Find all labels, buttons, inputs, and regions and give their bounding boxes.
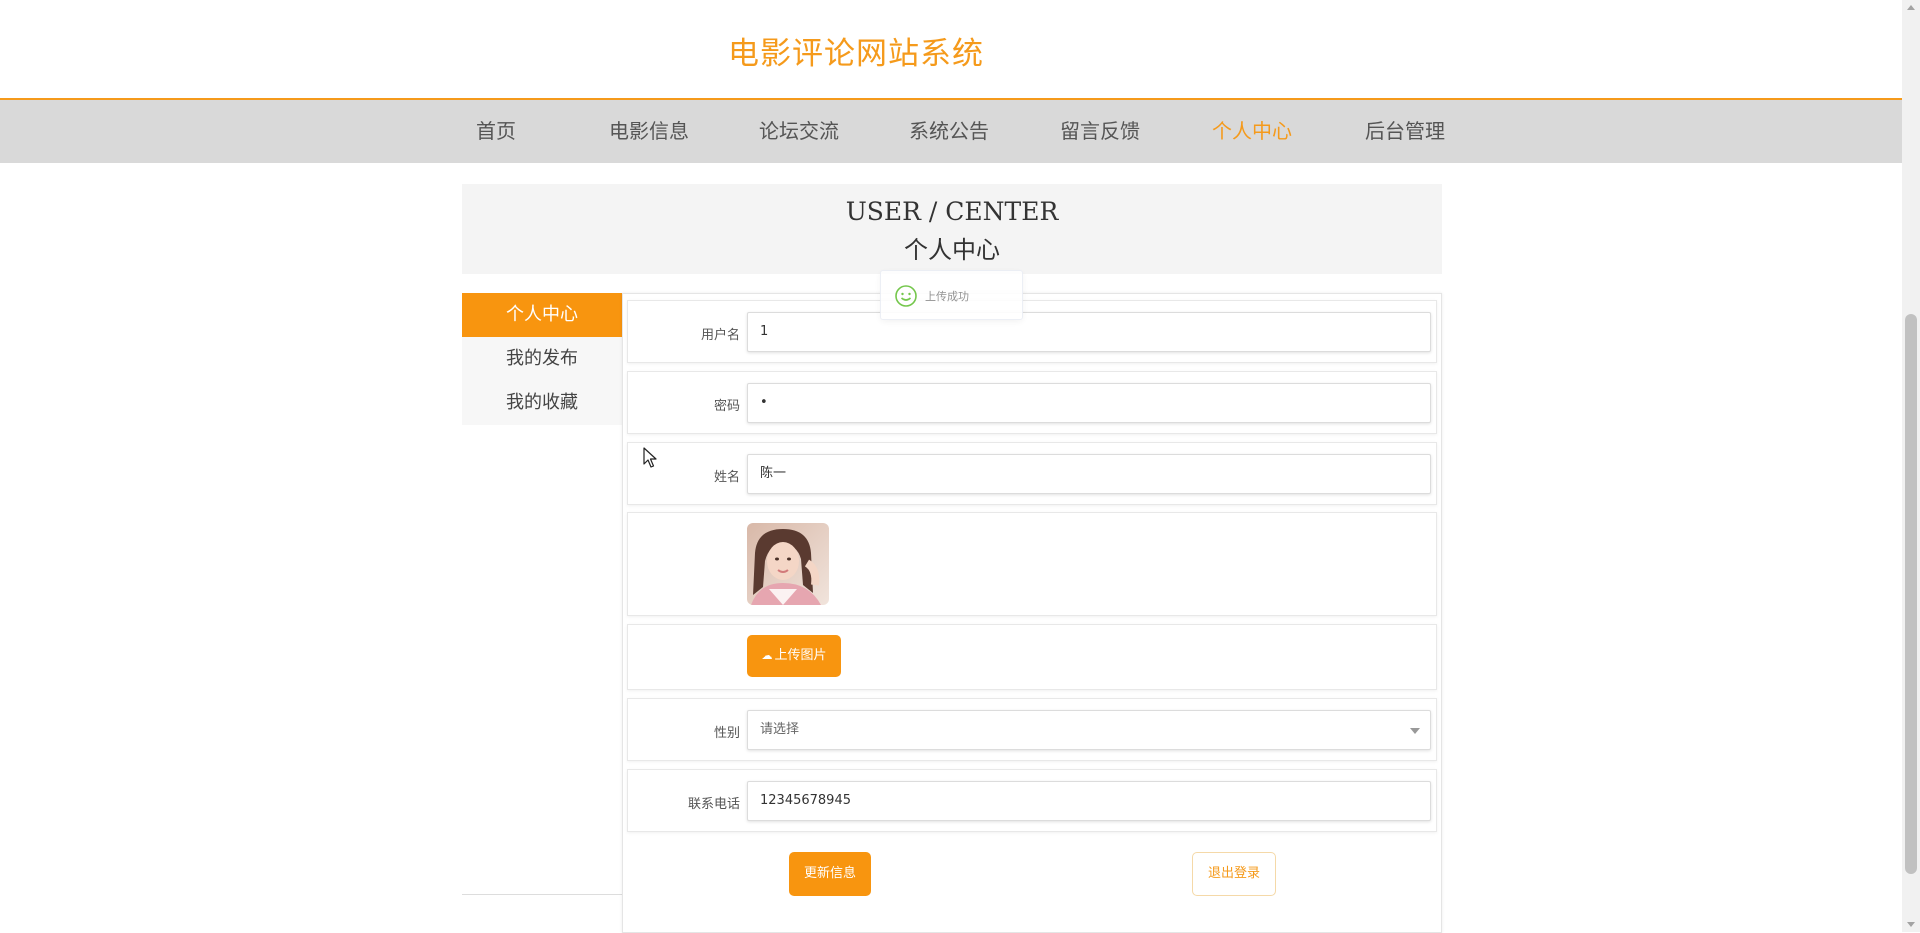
form-row-gender: 性别 请选择 xyxy=(627,698,1437,761)
username-label: 用户名 xyxy=(700,328,740,343)
username-input[interactable]: 1 xyxy=(747,312,1431,352)
name-input[interactable]: 陈一 xyxy=(747,454,1431,494)
form-row-name: 姓名 陈一 xyxy=(627,442,1437,505)
nav-item-feedback[interactable]: 留言反馈 xyxy=(1060,100,1140,163)
nav-item-user-center[interactable]: 个人中心 xyxy=(1212,100,1292,163)
name-label: 姓名 xyxy=(713,470,740,485)
form-row-password: 密码 • xyxy=(627,371,1437,434)
user-sidebar: 个人中心 我的发布 我的收藏 xyxy=(462,293,622,895)
update-info-button[interactable]: 更新信息 xyxy=(789,852,871,896)
toast-message: 上传成功 xyxy=(925,290,969,303)
password-label: 密码 xyxy=(713,399,740,414)
cloud-upload-icon: ☁ xyxy=(761,649,773,662)
smile-icon xyxy=(895,285,917,307)
nav-item-home[interactable]: 首页 xyxy=(476,100,516,163)
gender-select-placeholder: 请选择 xyxy=(760,722,800,737)
mouse-cursor-icon xyxy=(643,447,657,468)
form-row-upload: ☁ 上传图片 xyxy=(627,624,1437,690)
site-header: 电影评论网站系统 xyxy=(0,0,1902,100)
main-nav: 首页 电影信息 论坛交流 系统公告 留言反馈 个人中心 后台管理 xyxy=(0,100,1902,163)
nav-item-movies[interactable]: 电影信息 xyxy=(609,100,689,163)
scroll-up-icon[interactable] xyxy=(1907,5,1915,10)
page-banner: USER / CENTER 个人中心 xyxy=(462,184,1442,274)
upload-image-button-label: 上传图片 xyxy=(774,648,827,663)
banner-title-en: USER / CENTER xyxy=(845,197,1059,226)
sidebar-item-user-center[interactable]: 个人中心 xyxy=(462,293,622,337)
gender-label: 性别 xyxy=(713,726,740,741)
site-title[interactable]: 电影评论网站系统 xyxy=(728,28,984,73)
form-row-avatar xyxy=(627,512,1437,616)
scrollbar-thumb[interactable] xyxy=(1905,314,1917,874)
scroll-down-icon[interactable] xyxy=(1907,922,1915,927)
form-row-username: 用户名 1 xyxy=(627,300,1437,363)
page-scrollbar[interactable] xyxy=(1902,0,1920,932)
upload-image-button[interactable]: ☁ 上传图片 xyxy=(747,635,841,677)
phone-label: 联系电话 xyxy=(687,797,740,812)
gender-select[interactable]: 请选择 xyxy=(747,710,1431,750)
form-row-phone: 联系电话 12345678945 xyxy=(627,769,1437,832)
nav-item-admin[interactable]: 后台管理 xyxy=(1365,100,1445,163)
upload-success-toast: 上传成功 xyxy=(880,270,1023,320)
avatar-image xyxy=(747,523,829,605)
chevron-down-icon xyxy=(1410,728,1420,734)
nav-item-announcements[interactable]: 系统公告 xyxy=(909,100,989,163)
profile-form: 用户名 1 密码 • 姓名 陈一 ☁ 上传图片 性别 请选择 联系电话 1234… xyxy=(622,293,1442,933)
sidebar-item-my-posts[interactable]: 我的发布 xyxy=(462,337,622,381)
phone-input[interactable]: 12345678945 xyxy=(747,781,1431,821)
sidebar-item-my-favorites[interactable]: 我的收藏 xyxy=(462,381,622,425)
logout-button[interactable]: 退出登录 xyxy=(1192,852,1276,896)
password-input[interactable]: • xyxy=(747,383,1431,423)
banner-title-cn: 个人中心 xyxy=(904,236,1000,264)
nav-item-forum[interactable]: 论坛交流 xyxy=(759,100,839,163)
